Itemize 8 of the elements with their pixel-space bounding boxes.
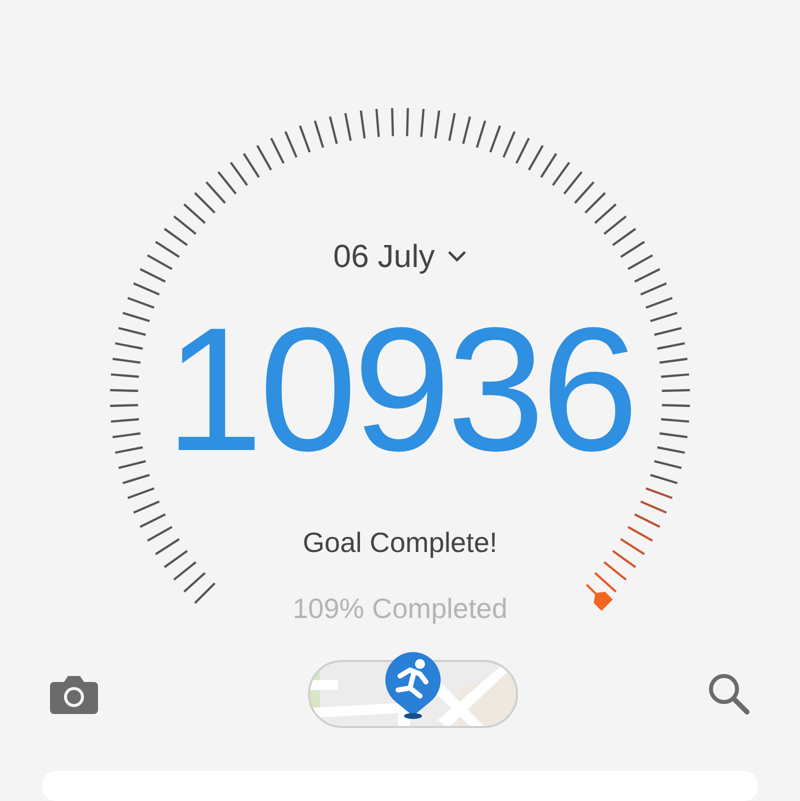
search-icon[interactable] bbox=[708, 673, 750, 715]
date-selector[interactable]: 06 July bbox=[333, 232, 467, 280]
progress-text: 109% Completed bbox=[292, 592, 508, 626]
runner-pin-icon[interactable] bbox=[384, 652, 442, 720]
goal-status: Goal Complete! bbox=[302, 526, 498, 560]
chevron-down-icon bbox=[446, 250, 467, 262]
camera-icon[interactable] bbox=[50, 674, 98, 714]
step-count: 10936 bbox=[165, 302, 635, 478]
